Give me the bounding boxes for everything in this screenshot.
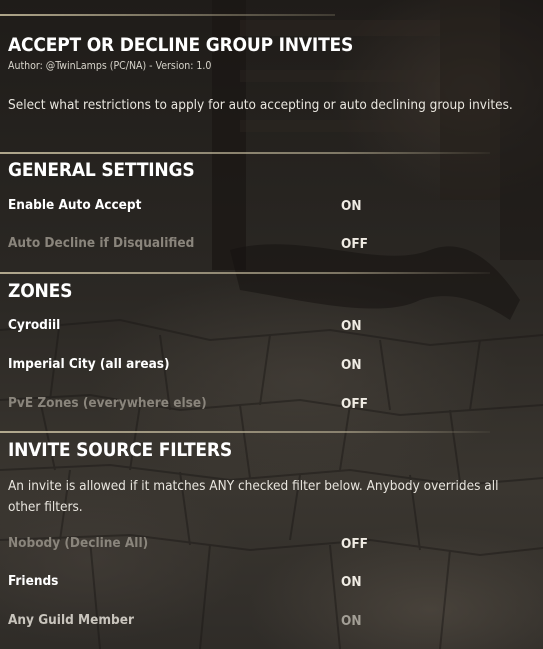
toggle-value[interactable]: ON (341, 357, 362, 373)
addon-settings-panel: ACCEPT OR DECLINE GROUP INVITES Author: … (0, 0, 543, 649)
setting-zone-cyrodiil[interactable]: Cyrodiil ON (0, 314, 543, 338)
toggle-value[interactable]: ON (341, 198, 362, 214)
setting-filter-friends[interactable]: Friends ON (0, 570, 543, 594)
setting-label: Enable Auto Accept (8, 197, 142, 213)
addon-title: ACCEPT OR DECLINE GROUP INVITES (8, 34, 354, 56)
setting-label: Any Guild Member (8, 612, 134, 628)
setting-label: Imperial City (all areas) (8, 356, 170, 372)
toggle-value[interactable]: ON (341, 574, 362, 590)
setting-zone-imperial-city[interactable]: Imperial City (all areas) ON (0, 353, 543, 377)
toggle-value[interactable]: OFF (341, 236, 368, 252)
setting-label: Auto Decline if Disqualified (8, 235, 195, 251)
section-divider (0, 431, 490, 433)
setting-filter-any-guild-member[interactable]: Any Guild Member ON (0, 609, 543, 633)
toggle-value[interactable]: OFF (341, 396, 368, 412)
setting-enable-auto-accept[interactable]: Enable Auto Accept ON (0, 194, 543, 218)
setting-label: Friends (8, 573, 59, 589)
toggle-value[interactable]: OFF (341, 536, 368, 552)
setting-label: Cyrodiil (8, 317, 61, 333)
setting-label: PvE Zones (everywhere else) (8, 395, 207, 411)
setting-filter-nobody[interactable]: Nobody (Decline All) OFF (0, 532, 543, 556)
section-title-zones: ZONES (8, 280, 73, 302)
toggle-value[interactable]: ON (341, 318, 362, 334)
setting-auto-decline-if-disqualified[interactable]: Auto Decline if Disqualified OFF (0, 232, 543, 256)
setting-zone-pve[interactable]: PvE Zones (everywhere else) OFF (0, 392, 543, 416)
section-title-general: GENERAL SETTINGS (8, 159, 195, 181)
section-divider (0, 152, 490, 154)
toggle-value[interactable]: ON (341, 613, 362, 629)
top-divider (0, 14, 335, 16)
addon-description: Select what restrictions to apply for au… (8, 97, 513, 113)
section-divider (0, 272, 490, 274)
addon-author-version: Author: @TwinLamps (PC/NA) - Version: 1.… (8, 60, 212, 72)
invite-filters-description: An invite is allowed if it matches ANY c… (8, 478, 499, 515)
section-title-invite-filters: INVITE SOURCE FILTERS (8, 439, 232, 461)
setting-label: Nobody (Decline All) (8, 535, 149, 551)
